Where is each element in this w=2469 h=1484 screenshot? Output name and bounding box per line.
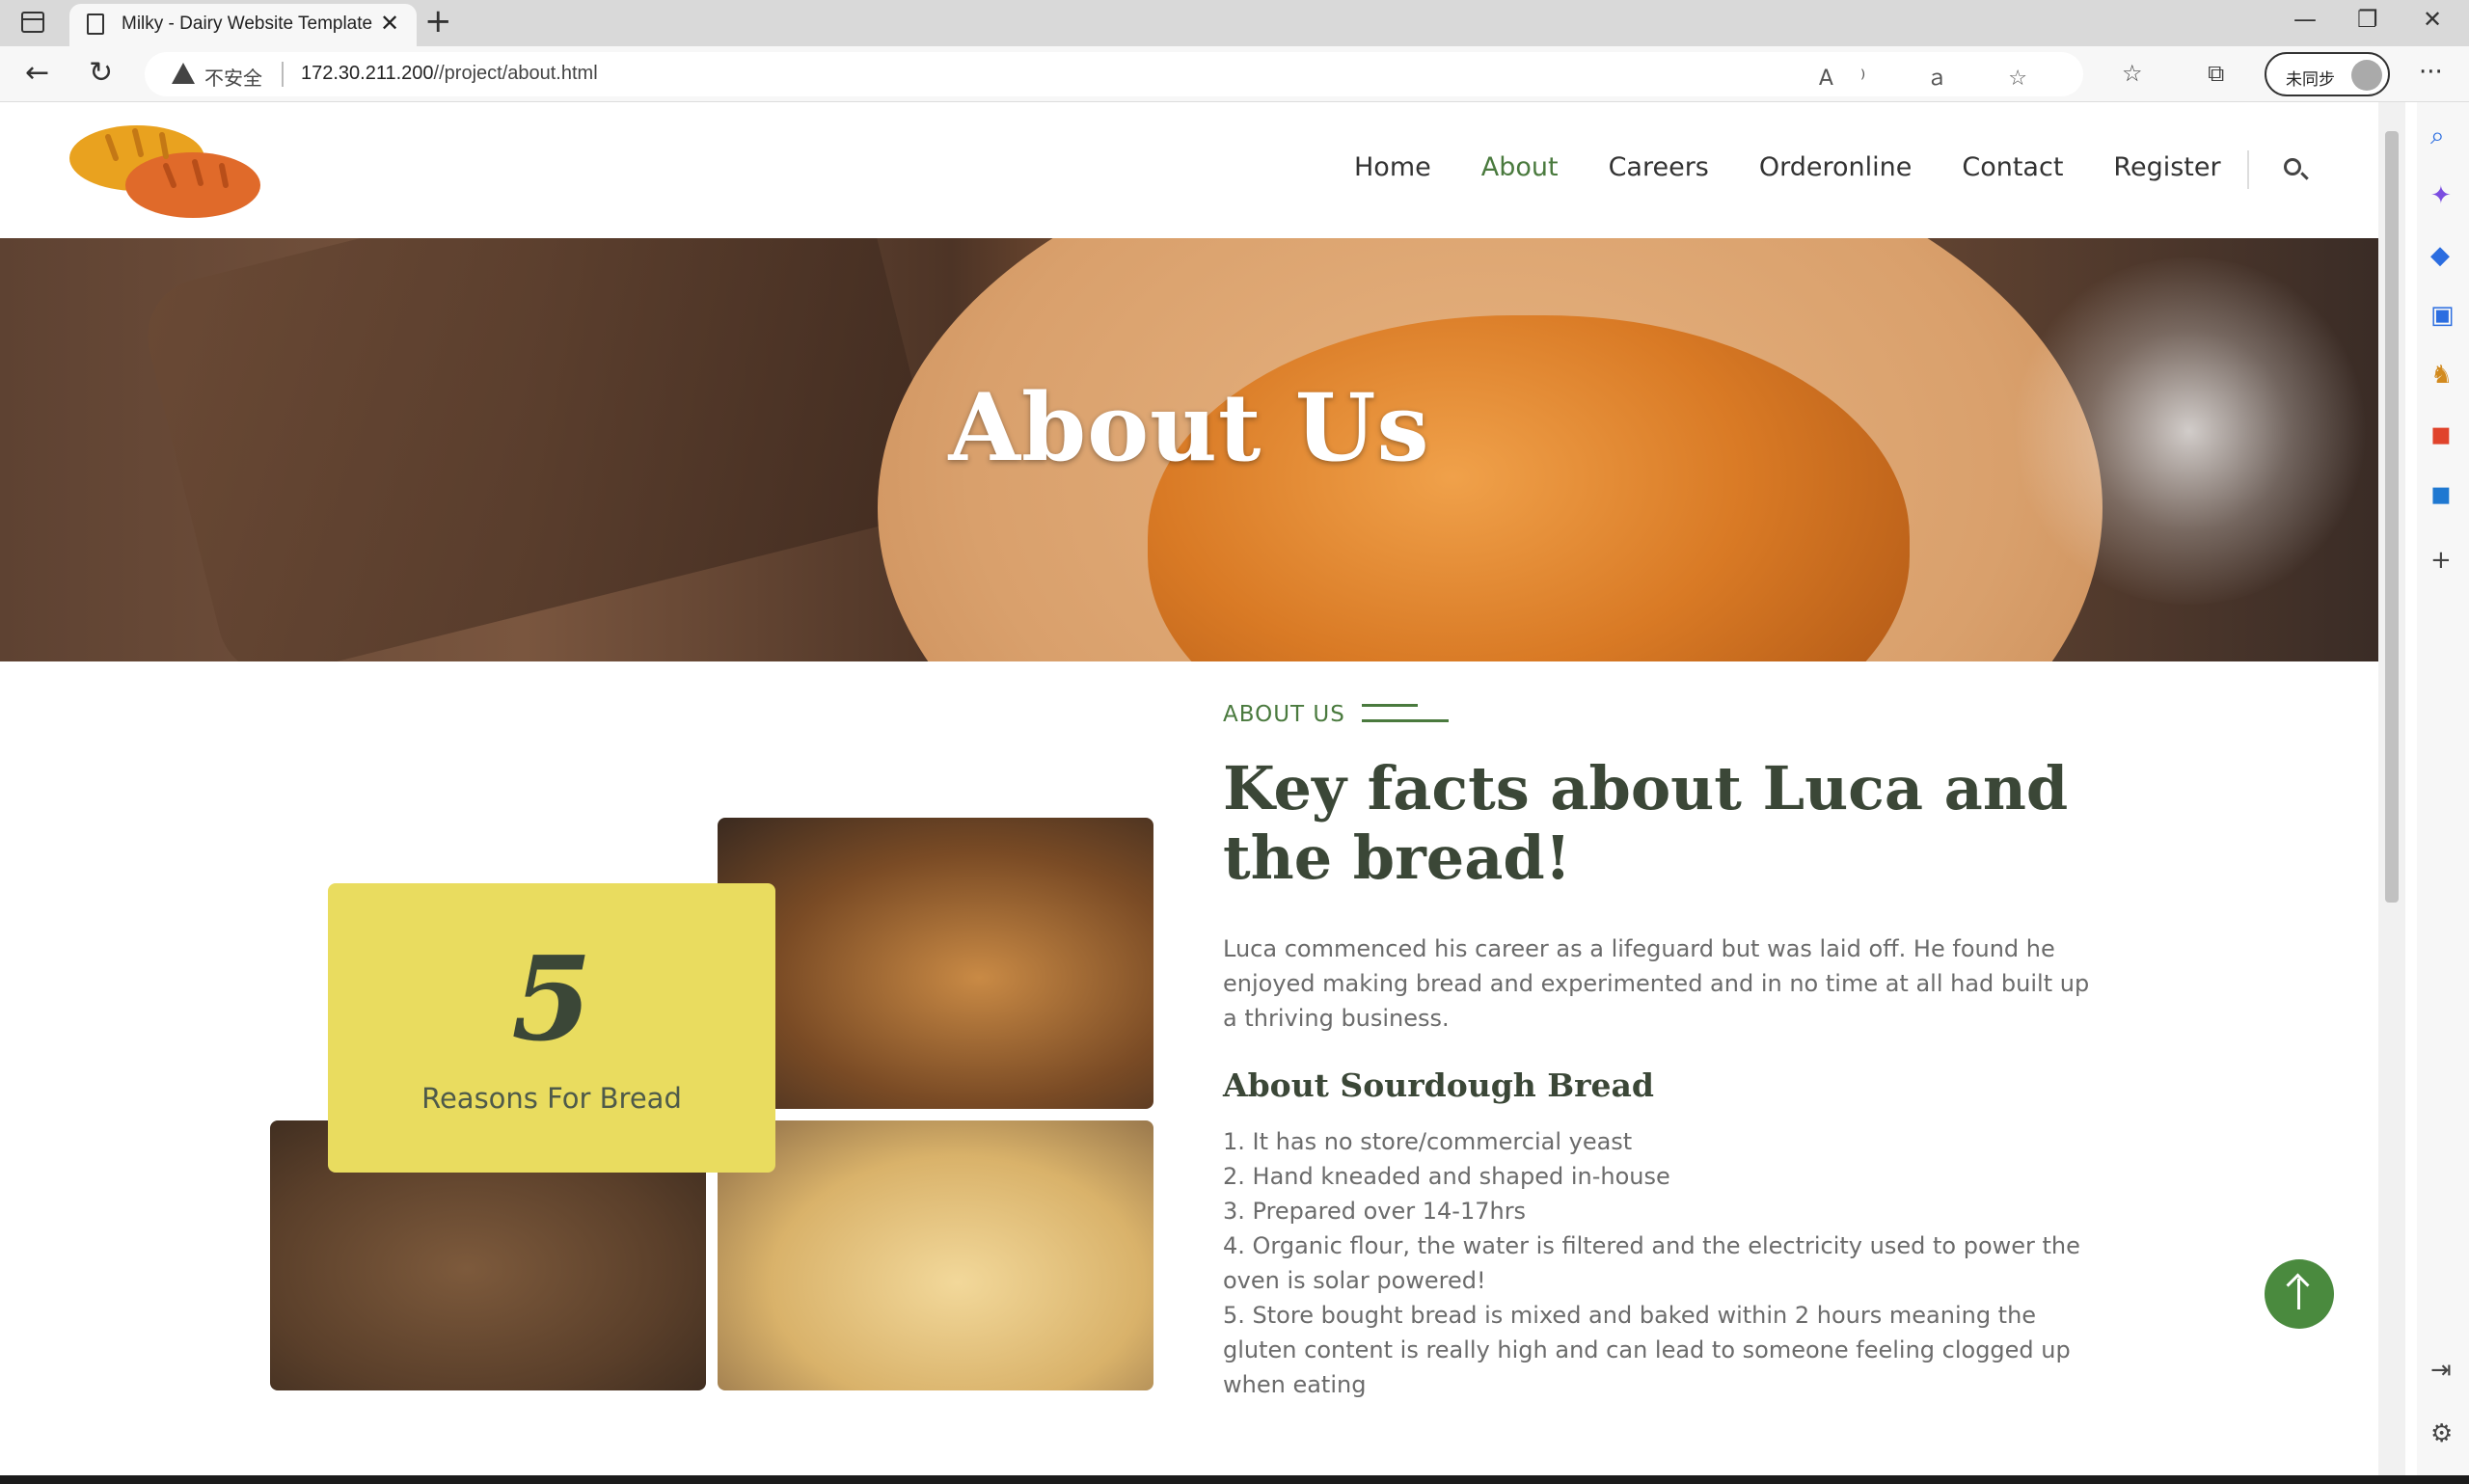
back-icon[interactable]: ← — [25, 56, 49, 90]
section-title: Key facts about Luca and the bread! — [1223, 753, 2069, 893]
favorites-collections-icons[interactable]: ☆ ⧉ — [2122, 60, 2253, 87]
url-host: 172.30.211.200 — [301, 63, 434, 84]
site-header: Home About Careers Orderonline Contact R… — [0, 102, 2378, 238]
shopping-icon[interactable]: ◆ — [2430, 241, 2450, 270]
warning-icon[interactable] — [172, 63, 195, 84]
list-item: 4. Organic flour, the water is filtered … — [1223, 1232, 2080, 1294]
window-close-icon[interactable]: ✕ — [2423, 6, 2442, 33]
reasons-count: 5 — [511, 931, 592, 1067]
tab-title: Milky - Dairy Website Template — [122, 13, 373, 34]
sync-label: 未同步 — [2286, 70, 2335, 90]
outlook-icon[interactable]: ◼ — [2430, 480, 2452, 509]
nav-careers[interactable]: Careers — [1609, 152, 1709, 182]
address-bar-actions[interactable]: A⁾ ａ ☆ — [1819, 61, 2054, 92]
avatar — [2351, 60, 2382, 91]
main-nav: Home About Careers Orderonline Contact R… — [1354, 152, 2221, 182]
scrollbar-thumb[interactable] — [2385, 131, 2399, 903]
nav-register[interactable]: Register — [2113, 152, 2220, 182]
tools-icon[interactable]: ▣ — [2430, 301, 2455, 330]
nav-orderonline[interactable]: Orderonline — [1759, 152, 1913, 182]
games-icon[interactable]: ♞ — [2430, 361, 2453, 390]
nav-home[interactable]: Home — [1354, 152, 1431, 182]
profile-sync-button[interactable]: 未同步 — [2265, 52, 2390, 96]
security-label[interactable]: 不安全 — [204, 63, 262, 91]
reasons-badge: 5 Reasons For Bread — [328, 883, 775, 1173]
address-bar[interactable]: 不安全 172.30.211.200//project/about.html A… — [145, 52, 2083, 96]
back-to-top-button[interactable] — [2265, 1259, 2334, 1329]
hero-title: About Us — [948, 373, 1430, 482]
browser-tab-bar: Milky - Dairy Website Template ✕ + — ❐ ✕ — [0, 0, 2469, 46]
toast-bread-image — [718, 1120, 1153, 1390]
arrow-up-icon — [2297, 1279, 2300, 1309]
page-scrollbar[interactable] — [2378, 102, 2405, 1475]
list-item: 5. Store bought bread is mixed and baked… — [1223, 1302, 2071, 1398]
list-item: 2. Hand kneaded and shaped in-house — [1223, 1163, 1670, 1190]
sidebar-toggle-icon[interactable]: ⇥ — [2430, 1356, 2452, 1385]
tag-decor-line — [1362, 719, 1449, 722]
close-tab-icon[interactable]: ✕ — [380, 10, 399, 37]
section-tag: ABOUT US — [1223, 702, 1345, 727]
divider — [282, 62, 284, 87]
list-item: 3. Prepared over 14-17hrs — [1223, 1198, 1527, 1225]
croissant-image — [718, 818, 1153, 1109]
new-tab-icon[interactable]: + — [424, 2, 452, 40]
reasons-label: Reasons For Bread — [421, 1082, 682, 1115]
search-icon[interactable]: ⌕ — [2430, 121, 2445, 151]
url-path: //project/about.html — [433, 63, 598, 84]
search-icon[interactable] — [2284, 158, 2301, 175]
list-item: 1. It has no store/commercial yeast — [1223, 1128, 1633, 1155]
settings-icon[interactable]: ⚙ — [2430, 1419, 2453, 1448]
browser-tab[interactable]: Milky - Dairy Website Template ✕ — [69, 4, 417, 46]
restore-icon[interactable]: ❐ — [2357, 6, 2378, 33]
page-hero: About Us — [0, 238, 2378, 661]
tag-decor-line — [1362, 704, 1418, 707]
page-icon — [87, 13, 104, 35]
refresh-icon[interactable]: ↻ — [89, 56, 113, 90]
address-bar-row: ← ↻ 不安全 172.30.211.200//project/about.ht… — [0, 46, 2469, 102]
bread-logo[interactable] — [69, 123, 262, 220]
nav-about[interactable]: About — [1481, 152, 1559, 182]
tab-actions-icon[interactable] — [21, 12, 44, 33]
edge-sidebar: ⌕ ✦ ◆ ▣ ♞ ◼ ◼ + ⇥ ⚙ — [2417, 102, 2469, 1475]
nav-contact[interactable]: Contact — [1962, 152, 2063, 182]
about-paragraph: Luca commenced his career as a lifeguard… — [1223, 935, 2090, 1032]
taskbar-edge — [0, 1475, 2469, 1484]
minimize-icon[interactable]: — — [2293, 6, 2317, 33]
section-subtitle: About Sourdough Bread — [1223, 1066, 1654, 1104]
url-text[interactable]: 172.30.211.200//project/about.html — [301, 63, 598, 85]
more-menu-icon[interactable]: ··· — [2419, 58, 2443, 87]
copilot-icon[interactable]: ✦ — [2430, 181, 2452, 210]
reasons-list: 1. It has no store/commercial yeast 2. H… — [1223, 1124, 2110, 1402]
office-icon[interactable]: ◼ — [2430, 420, 2452, 449]
nav-divider — [2247, 150, 2249, 189]
add-icon[interactable]: + — [2430, 546, 2452, 575]
